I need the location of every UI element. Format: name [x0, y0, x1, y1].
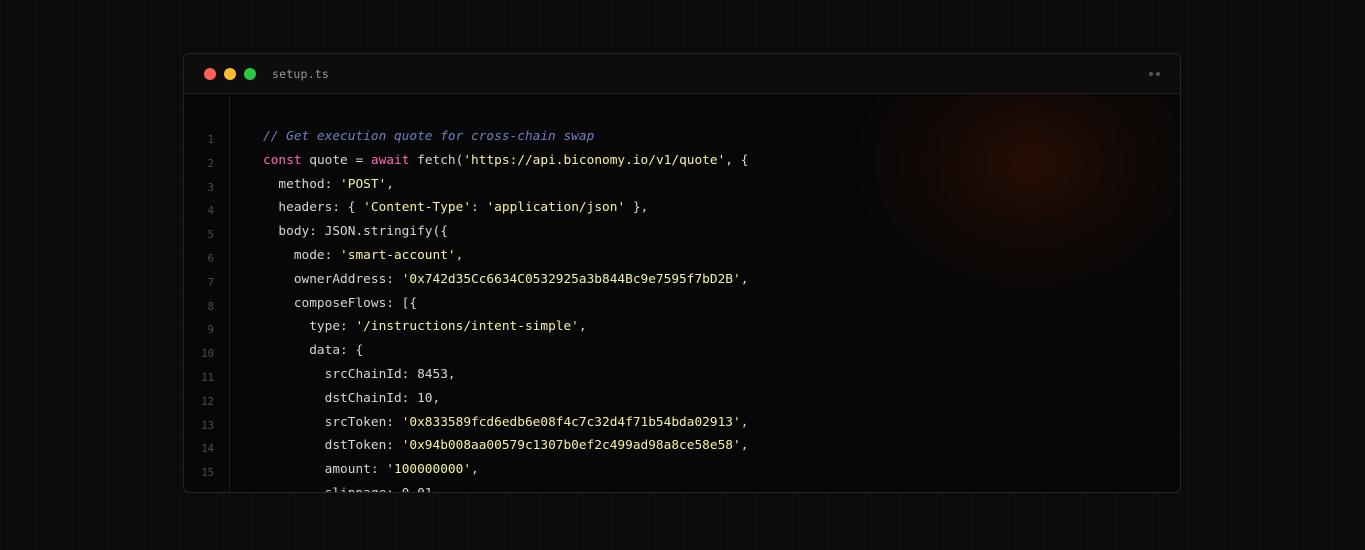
- code-token: type:: [263, 319, 356, 335]
- code-token: ,: [471, 462, 479, 478]
- line-number: 5: [207, 229, 214, 242]
- line-number: 8: [207, 300, 214, 313]
- code-token: method:: [263, 176, 341, 192]
- code-token: dstToken:: [263, 438, 402, 454]
- code-line[interactable]: type: '/instructions/intent-simple',: [263, 315, 1180, 339]
- code-editor: 1234567891011121314151617 // Get executi…: [184, 94, 1180, 492]
- code-line[interactable]: srcToken: '0x833589fcd6edb6e08f4c7c32d4f…: [263, 411, 1180, 435]
- traffic-lights: [204, 67, 264, 80]
- line-number: 2: [207, 157, 214, 170]
- line-number: 6: [207, 252, 214, 265]
- minimize-dot[interactable]: [224, 67, 236, 80]
- line-number: 1: [207, 134, 214, 146]
- code-token: data: {: [263, 343, 364, 359]
- code-token: '100000000': [386, 462, 472, 478]
- code-token: 'https://api.biconomy.io/v1/quote': [463, 152, 726, 168]
- code-line[interactable]: body: JSON.stringify({: [263, 220, 1180, 244]
- code-token: :: [471, 200, 487, 216]
- line-number: 11: [201, 371, 214, 384]
- code-token: slippage: 0.01,: [263, 486, 441, 492]
- line-number: 9: [207, 324, 214, 337]
- code-line[interactable]: srcChainId: 8453,: [263, 363, 1180, 387]
- code-token: mode:: [263, 247, 341, 263]
- close-dot[interactable]: [204, 67, 216, 80]
- code-line[interactable]: dstToken: '0x94b008aa00579c1307b0ef2c499…: [263, 434, 1180, 458]
- code-token: body: JSON.stringify({: [263, 224, 448, 240]
- line-number: 13: [201, 419, 214, 432]
- code-token: ownerAddress:: [263, 271, 402, 287]
- line-number: 16: [184, 486, 229, 492]
- code-token: ,: [386, 176, 394, 192]
- more-options-icon[interactable]: [1146, 72, 1160, 76]
- code-line[interactable]: ownerAddress: '0x742d35Cc6634C0532925a3b…: [263, 268, 1180, 292]
- code-token: '0x742d35Cc6634C0532925a3b844Bc9e7595f7b…: [401, 271, 741, 287]
- line-number: 15: [201, 467, 214, 480]
- code-token: 'Content-Type': [363, 200, 472, 216]
- code-token: fetch(: [409, 152, 464, 168]
- code-token: composeFlows: [{: [263, 295, 418, 311]
- code-token: '/instructions/intent-simple': [355, 319, 579, 335]
- code-line[interactable]: method: 'POST',: [263, 173, 1180, 197]
- line-number: 3: [207, 181, 214, 194]
- code-token: ,: [578, 319, 587, 335]
- line-number: 10: [201, 348, 214, 361]
- code-token: dstChainId: 10,: [263, 390, 441, 406]
- line-number-gutter: 1234567891011121314151617: [184, 94, 230, 492]
- code-token: ,: [455, 247, 464, 263]
- code-token: amount:: [263, 462, 387, 478]
- code-line[interactable]: slippage: 0.01,: [263, 482, 1180, 492]
- code-line[interactable]: mode: 'smart-account',: [263, 244, 1180, 268]
- code-window: setup.ts 1234567891011121314151617 // Ge…: [183, 53, 1181, 493]
- code-line[interactable]: const quote = await fetch('https://api.b…: [263, 149, 1180, 173]
- code-line[interactable]: composeFlows: [{: [263, 292, 1180, 316]
- code-token: ,: [740, 414, 749, 430]
- code-line[interactable]: headers: { 'Content-Type': 'application/…: [263, 196, 1180, 220]
- window-titlebar: setup.ts: [184, 54, 1180, 94]
- code-token: quote =: [301, 152, 371, 168]
- code-token: srcChainId: 8453,: [263, 366, 456, 382]
- code-token: , {: [725, 152, 749, 168]
- code-line[interactable]: amount: '100000000',: [263, 458, 1180, 482]
- line-number: 12: [201, 395, 214, 408]
- code-token: srcToken:: [263, 414, 402, 430]
- code-line[interactable]: // Get execution quote for cross-chain s…: [263, 125, 1180, 149]
- code-token: const: [263, 152, 302, 168]
- code-token: // Get execution quote for cross-chain s…: [263, 129, 595, 144]
- maximize-dot[interactable]: [244, 67, 256, 80]
- file-name: setup.ts: [272, 66, 329, 81]
- code-token: '0x833589fcd6edb6e08f4c7c32d4f71b54bda02…: [401, 414, 741, 430]
- code-token: ,: [740, 271, 749, 287]
- line-number: 4: [207, 205, 214, 218]
- code-token: '0x94b008aa00579c1307b0ef2c499ad98a8ce58…: [401, 438, 741, 454]
- code-line[interactable]: data: {: [263, 339, 1180, 363]
- code-content: // Get execution quote for cross-chain s…: [263, 125, 1180, 492]
- line-number: 7: [207, 276, 214, 289]
- code-token: 'smart-account': [340, 247, 456, 263]
- code-token: headers: {: [263, 200, 364, 216]
- code-token: await: [370, 152, 410, 168]
- code-token: ,: [740, 438, 749, 454]
- code-token: },: [625, 200, 649, 216]
- line-number: 14: [201, 443, 214, 456]
- code-line[interactable]: dstChainId: 10,: [263, 387, 1180, 411]
- code-token: 'POST': [340, 176, 387, 192]
- code-token: 'application/json': [486, 200, 626, 216]
